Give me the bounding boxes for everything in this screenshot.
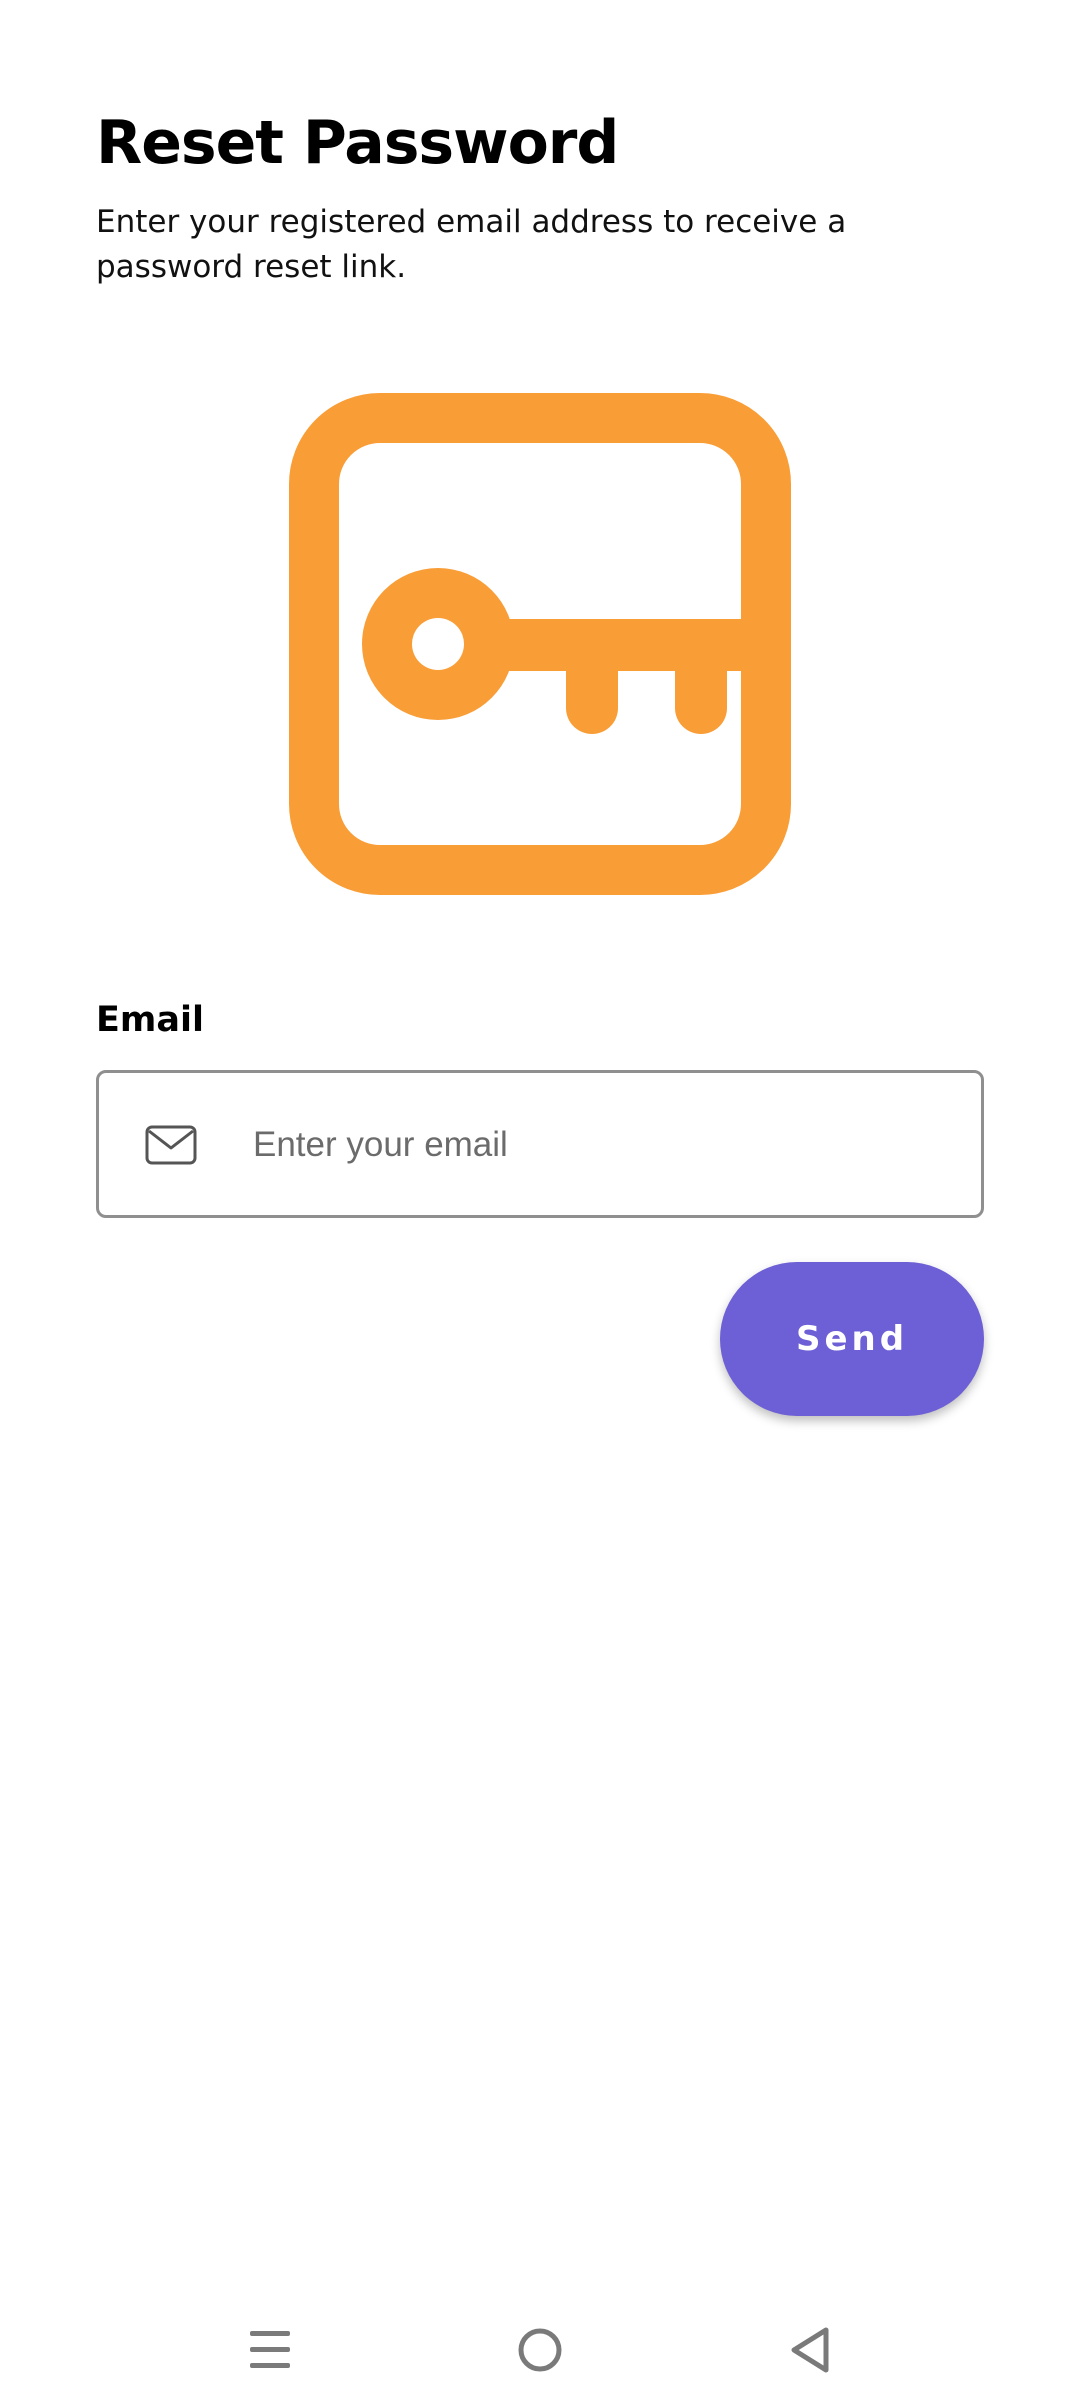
email-input[interactable] [253,1103,953,1187]
menu-icon[interactable] [230,2310,310,2390]
key-illustration-icon [288,392,792,896]
email-field[interactable] [96,1070,984,1218]
send-button[interactable]: Send [720,1262,984,1416]
back-icon[interactable] [770,2310,850,2390]
system-navigation-bar [0,2290,1080,2400]
home-icon[interactable] [500,2310,580,2390]
email-label: Email [96,1000,204,1040]
send-button-label: Send [795,1319,909,1359]
page-subtitle: Enter your registered email address to r… [96,204,847,285]
mail-icon [145,1125,197,1165]
page-title: Reset Password [96,108,619,178]
